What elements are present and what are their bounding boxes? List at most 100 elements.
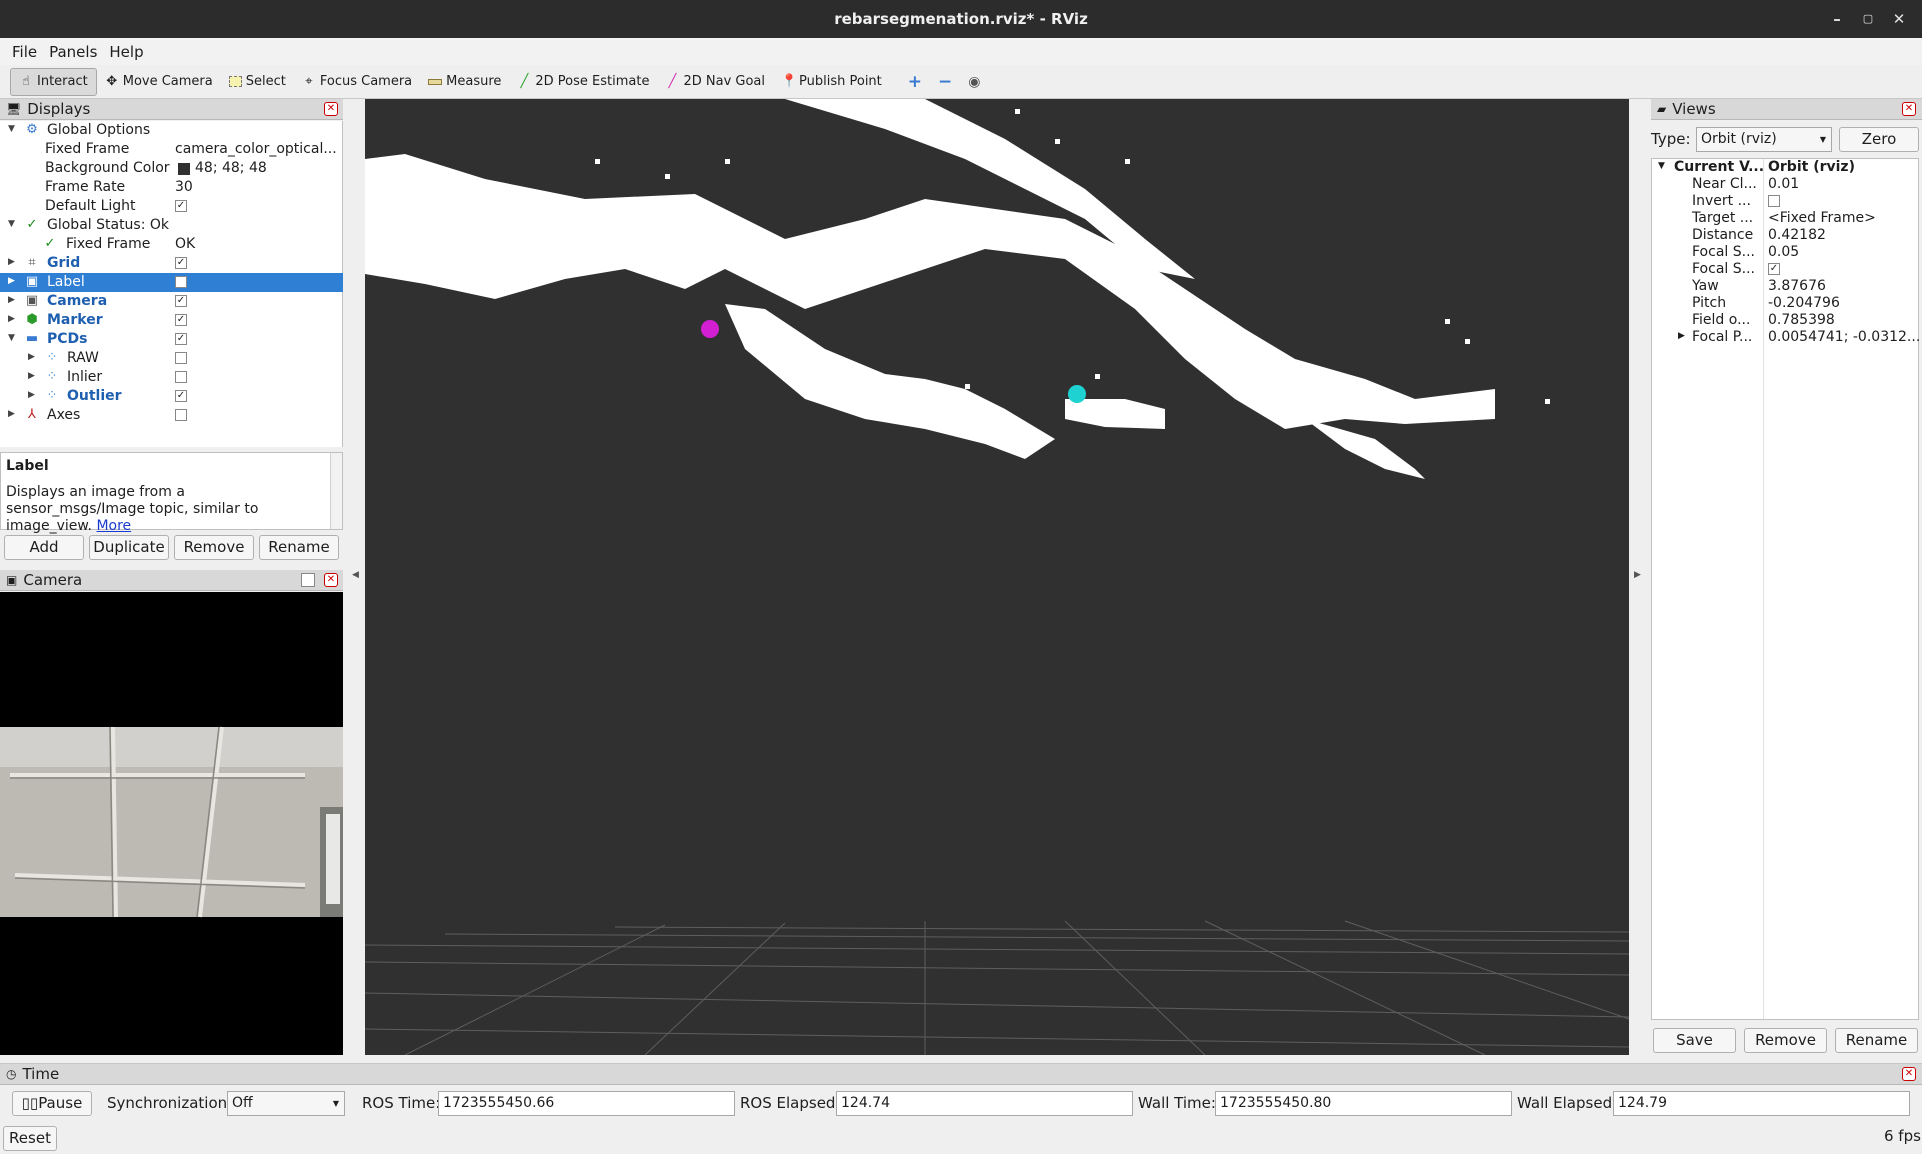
minimize-icon[interactable]: – (1826, 8, 1848, 30)
chevron-right-icon[interactable]: ▶ (8, 314, 18, 324)
invert-checkbox[interactable] (1768, 195, 1780, 207)
prop-value[interactable]: 3.87676 (1768, 278, 1826, 294)
focal-shape-checkbox[interactable]: ✓ (1768, 263, 1780, 275)
chevron-right-icon[interactable]: ▶ (28, 352, 38, 362)
menu-help[interactable]: Help (103, 43, 149, 61)
pause-button[interactable]: ▯▯Pause (12, 1091, 92, 1116)
prop-value[interactable]: 0.42182 (1768, 227, 1826, 243)
tree-row-outlier[interactable]: ▶ ⁘ Outlier ✓ (0, 387, 343, 406)
chevron-right-icon[interactable]: ▶ (8, 295, 18, 305)
collapse-left-icon[interactable]: ◀ (352, 570, 359, 580)
add-tool-icon[interactable]: + (900, 68, 930, 96)
ros-time-field[interactable]: 1723555450.66 (438, 1091, 735, 1116)
collapse-right-icon[interactable]: ▶ (1634, 570, 1641, 580)
move-camera-tool-button[interactable]: ✥ Move Camera (97, 68, 221, 96)
remove-button[interactable]: Remove (174, 535, 254, 560)
more-link[interactable]: More (96, 518, 131, 534)
tree-row-global-status[interactable]: ▼ ✓ Global Status: Ok (0, 216, 343, 235)
reset-button[interactable]: Reset (3, 1126, 57, 1151)
chevron-right-icon[interactable]: ▶ (8, 257, 18, 267)
label-checkbox[interactable] (175, 276, 187, 288)
tree-row-inlier[interactable]: ▶ ⁘ Inlier (0, 368, 343, 387)
tree-row-grid[interactable]: ▶ ⌗ Grid ✓ (0, 254, 343, 273)
wall-time-field[interactable]: 1723555450.80 (1215, 1091, 1512, 1116)
tree-row-axes[interactable]: ▶ ⅄ Axes (0, 406, 343, 425)
rename-view-button[interactable]: Rename (1835, 1028, 1918, 1053)
close-icon[interactable]: ✕ (1902, 102, 1916, 116)
chevron-down-icon[interactable]: ▼ (8, 333, 18, 343)
close-icon[interactable]: ✕ (1888, 8, 1910, 30)
chevron-right-icon[interactable]: ▶ (8, 409, 18, 419)
chevron-down-icon[interactable]: ▼ (8, 219, 18, 229)
camera-panel-header: ▣ Camera (0, 570, 343, 591)
ros-elapsed-field[interactable]: 124.74 (836, 1091, 1133, 1116)
render-viewport[interactable] (365, 99, 1629, 1055)
sync-label: Synchronization: (107, 1094, 233, 1112)
tree-row-label[interactable]: ▶ ▣ Label (0, 273, 343, 292)
add-button[interactable]: Add (4, 535, 84, 560)
select-tool-button[interactable]: Select (221, 68, 294, 96)
frame-rate-value[interactable]: 30 (175, 179, 340, 195)
grid-checkbox[interactable]: ✓ (175, 257, 187, 269)
publish-point-tool-button[interactable]: 📍 Publish Point (773, 68, 890, 96)
tree-row-raw[interactable]: ▶ ⁘ RAW (0, 349, 343, 368)
prop-value[interactable]: 0.0054741; -0.0312... (1768, 329, 1920, 345)
pose-estimate-tool-button[interactable]: ╱ 2D Pose Estimate (509, 68, 657, 96)
marker-checkbox[interactable]: ✓ (175, 314, 187, 326)
interact-tool-button[interactable]: ☝ Interact (10, 67, 97, 96)
prop-value[interactable]: -0.204796 (1768, 295, 1840, 311)
undock-icon[interactable] (301, 573, 315, 587)
measure-tool-button[interactable]: Measure (420, 68, 509, 96)
tree-row-marker[interactable]: ▶ ⬢ Marker ✓ (0, 311, 343, 330)
chevron-right-icon[interactable]: ▶ (8, 276, 18, 286)
pcds-checkbox[interactable]: ✓ (175, 333, 187, 345)
sync-select[interactable]: Off ▼ (227, 1091, 345, 1116)
inlier-checkbox[interactable] (175, 371, 187, 383)
focus-camera-tool-button[interactable]: ⌖ Focus Camera (294, 68, 420, 96)
chevron-right-icon[interactable]: ▶ (28, 390, 38, 400)
prop-value[interactable]: 0.05 (1768, 244, 1799, 260)
tree-row-fixed-frame-status[interactable]: ✓ Fixed Frame OK (0, 235, 343, 254)
wall-elapsed-field[interactable]: 124.79 (1613, 1091, 1910, 1116)
save-button[interactable]: Save (1653, 1028, 1736, 1053)
tree-row-pcds[interactable]: ▼ ▬ PCDs ✓ (0, 330, 343, 349)
close-icon[interactable]: ✕ (324, 573, 338, 587)
close-icon[interactable]: ✕ (324, 102, 338, 116)
eye-icon[interactable]: ◉ (960, 68, 988, 96)
default-light-checkbox[interactable]: ✓ (175, 200, 187, 212)
outlier-checkbox[interactable]: ✓ (175, 390, 187, 402)
raw-checkbox[interactable] (175, 352, 187, 364)
tree-row-frame-rate[interactable]: Frame Rate 30 (0, 178, 343, 197)
prop-value[interactable]: 0.01 (1768, 176, 1799, 192)
remove-view-button[interactable]: Remove (1744, 1028, 1827, 1053)
prop-value[interactable]: 0.785398 (1768, 312, 1835, 328)
chevron-right-icon[interactable]: ▶ (28, 371, 38, 381)
color-swatch[interactable] (178, 163, 190, 175)
maximize-icon[interactable]: ▢ (1857, 8, 1879, 30)
nav-goal-tool-button[interactable]: ╱ 2D Nav Goal (657, 68, 773, 96)
remove-tool-icon[interactable]: − (930, 68, 960, 96)
tree-row-background-color[interactable]: Background Color 48; 48; 48 (0, 159, 343, 178)
scrollbar[interactable] (330, 453, 342, 529)
axes-checkbox[interactable] (175, 409, 187, 421)
tree-row-fixed-frame[interactable]: Fixed Frame camera_color_optical... (0, 140, 343, 159)
close-icon[interactable]: ✕ (1902, 1067, 1916, 1081)
prop-value[interactable]: <Fixed Frame> (1768, 210, 1876, 226)
chevron-right-icon[interactable]: ▶ (1678, 331, 1685, 341)
background-color-value[interactable]: 48; 48; 48 (195, 160, 360, 176)
rename-button[interactable]: Rename (259, 535, 339, 560)
column-divider (1763, 159, 1764, 1019)
tree-row-default-light[interactable]: Default Light ✓ (0, 197, 343, 216)
duplicate-button[interactable]: Duplicate (89, 535, 169, 560)
chevron-down-icon[interactable]: ▼ (8, 124, 18, 134)
menu-file[interactable]: File (6, 43, 43, 61)
row-label: Inlier (67, 369, 103, 385)
fixed-frame-value[interactable]: camera_color_optical... (175, 141, 340, 157)
tree-row-camera[interactable]: ▶ ▣ Camera ✓ (0, 292, 343, 311)
chevron-down-icon[interactable]: ▼ (1658, 161, 1665, 171)
zero-button[interactable]: Zero (1839, 127, 1919, 152)
tree-row-global-options[interactable]: ▼ ⚙ Global Options (0, 121, 343, 140)
menu-panels[interactable]: Panels (43, 43, 103, 61)
camera-checkbox[interactable]: ✓ (175, 295, 187, 307)
view-type-select[interactable]: Orbit (rviz) ▼ (1696, 127, 1832, 152)
